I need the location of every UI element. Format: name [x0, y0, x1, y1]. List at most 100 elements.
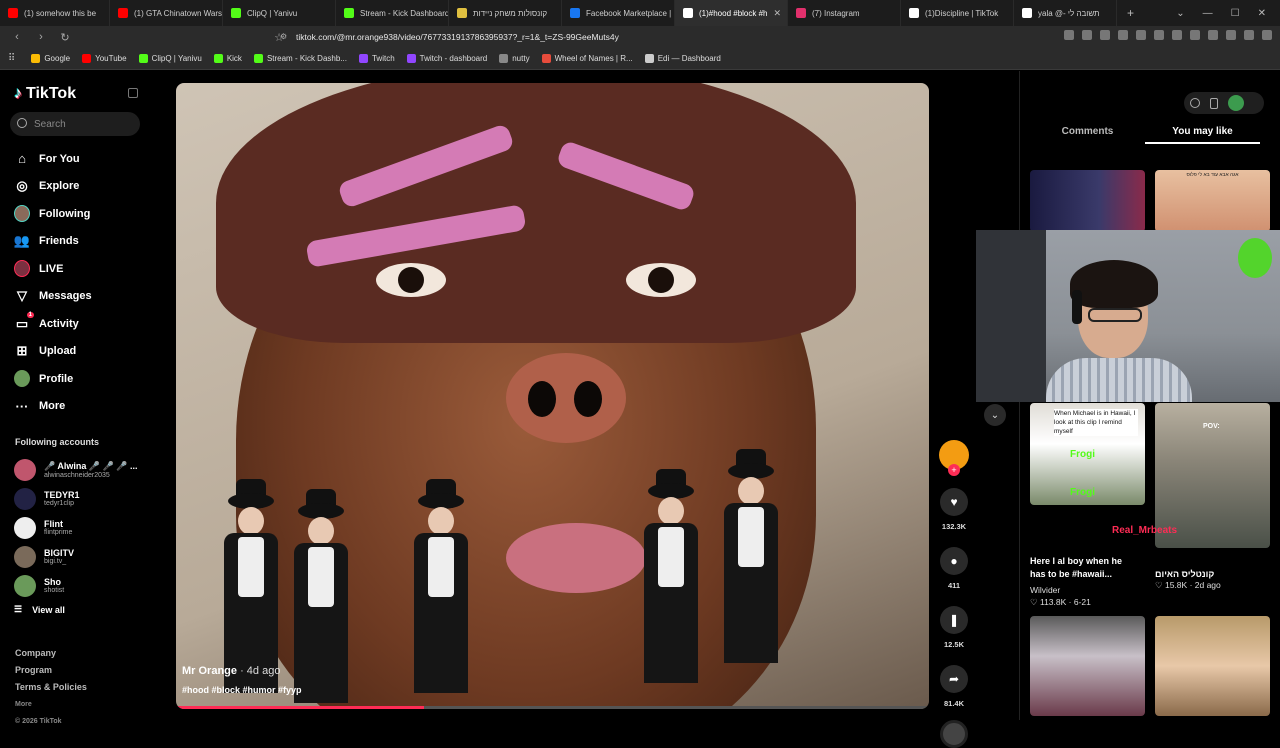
- address-bar[interactable]: ⚙ tiktok.com/@mr.orange938/video/7677331…: [272, 29, 952, 45]
- tab-you-may-like[interactable]: You may like: [1145, 122, 1260, 144]
- main-nav: ⌂ For You ◎ Explore Following 👥 Friends LIV…: [14, 145, 92, 420]
- bookmark-item[interactable]: Twitch - dashboard: [403, 54, 492, 63]
- footer-link-terms[interactable]: Terms & Policies: [15, 679, 87, 696]
- close-icon[interactable]: ✕: [774, 8, 782, 19]
- bookmark-item[interactable]: Stream - Kick Dashb...: [250, 54, 351, 63]
- video-hashtags[interactable]: #hood #block #humor #fyyp: [182, 685, 302, 695]
- sidebar-icon[interactable]: [1190, 30, 1200, 40]
- creator-avatar[interactable]: +: [939, 440, 969, 476]
- extension-icon[interactable]: [1118, 30, 1128, 40]
- suggested-video-thumb[interactable]: [1030, 170, 1145, 232]
- nav-following[interactable]: Following: [14, 200, 92, 228]
- comment-action: ● 411: [936, 547, 972, 590]
- nav-explore[interactable]: ◎ Explore: [14, 173, 92, 201]
- bookmark-item[interactable]: Google: [27, 54, 74, 63]
- nav-messages[interactable]: ▽ Messages: [14, 283, 92, 311]
- following-account[interactable]: Flint flintprime: [14, 513, 138, 542]
- maximize-icon[interactable]: ☐: [1231, 8, 1240, 19]
- footer-more[interactable]: More: [15, 696, 87, 713]
- follow-plus-icon[interactable]: +: [948, 464, 960, 476]
- following-account[interactable]: TEDYR1 tedyr1clip: [14, 484, 138, 513]
- reload-icon[interactable]: ↻: [58, 31, 72, 44]
- bookmark-item[interactable]: Kick: [210, 54, 246, 63]
- profile-avatar[interactable]: [1228, 95, 1244, 111]
- bookmark-item[interactable]: ClipQ | Yanivu: [135, 54, 206, 63]
- collapse-sidebar-icon[interactable]: [128, 88, 138, 98]
- chat-name: Real_Mrbeats: [1112, 525, 1178, 536]
- suggested-video-thumb[interactable]: [1030, 616, 1145, 716]
- browser-tab[interactable]: (1) GTA Chinatown Wars: [110, 0, 223, 26]
- video-player[interactable]: Mr Orange · 4d ago #hood #block #humor #…: [176, 83, 929, 709]
- bookmark-item[interactable]: nutty: [495, 54, 533, 63]
- browser-tab-active[interactable]: (1)#hood #block #h ✕: [675, 0, 788, 26]
- view-all-button[interactable]: ☰ View all: [14, 604, 138, 615]
- nav-profile[interactable]: Profile: [14, 365, 92, 393]
- close-window-icon[interactable]: ✕: [1258, 8, 1266, 19]
- browser-tab[interactable]: קונסולות משחק ניידות: [449, 0, 562, 26]
- browser-tab[interactable]: (1)Discipline | TikTok: [901, 0, 1014, 26]
- forward-icon[interactable]: ›: [34, 31, 48, 43]
- search-icon: [17, 118, 27, 128]
- extension-icon[interactable]: [1100, 30, 1110, 40]
- kick-icon: [213, 54, 223, 63]
- search-input[interactable]: Search: [10, 112, 140, 136]
- nav-activity[interactable]: ▭ 1 Activity: [14, 310, 92, 338]
- browser-tab[interactable]: ClipQ | Yanivu: [223, 0, 336, 26]
- minimize-icon[interactable]: —: [1203, 8, 1213, 19]
- video-beanie-illustration: [216, 83, 856, 343]
- following-account[interactable]: 🎤 Alwina 🎤 🎤 🎤 ... alwinaschneider2035: [14, 455, 138, 484]
- footer-link-program[interactable]: Program: [15, 662, 87, 679]
- following-account[interactable]: Sho shotist: [14, 571, 138, 600]
- tab-comments[interactable]: Comments: [1030, 122, 1145, 144]
- chevron-down-icon[interactable]: ⌄: [1176, 8, 1184, 19]
- bookmark-item[interactable]: Twitch: [355, 54, 399, 63]
- apps-icon[interactable]: ⠿: [8, 53, 15, 64]
- nav-for-you[interactable]: ⌂ For You: [14, 145, 92, 173]
- heart-icon[interactable]: ♥: [940, 488, 968, 516]
- video-author[interactable]: Wilvider: [1030, 585, 1060, 595]
- music-disc-icon[interactable]: [940, 720, 968, 748]
- extension-icon[interactable]: [1082, 30, 1092, 40]
- bookmark-item[interactable]: Edi — Dashboard: [641, 54, 725, 63]
- back-icon[interactable]: ‹: [10, 31, 24, 43]
- extension-icon[interactable]: [1172, 30, 1182, 40]
- nav-upload[interactable]: ⊞ Upload: [14, 338, 92, 366]
- bookmark-item[interactable]: Wheel of Names | R...: [538, 54, 637, 63]
- phone-icon[interactable]: [1210, 97, 1218, 109]
- browser-tab[interactable]: Facebook Marketplace |: [562, 0, 675, 26]
- download-icon[interactable]: [1154, 30, 1164, 40]
- extension-icon[interactable]: [1064, 30, 1074, 40]
- share-icon[interactable]: ➦: [940, 665, 968, 693]
- wallet-icon[interactable]: [1208, 30, 1218, 40]
- nav-more[interactable]: ··· More: [14, 393, 92, 421]
- site-settings-icon[interactable]: ⚙: [280, 32, 287, 41]
- extension-icon[interactable]: [1226, 30, 1236, 40]
- browser-tab[interactable]: (1) somehow this be: [0, 0, 110, 26]
- kick-icon: [231, 8, 241, 18]
- suggested-video-thumb[interactable]: When Michael is in Hawaii, I look at thi…: [1030, 403, 1145, 505]
- nav-friends[interactable]: 👥 Friends: [14, 228, 92, 256]
- extension-icon[interactable]: [1136, 30, 1146, 40]
- bookmark-icon[interactable]: ❚: [940, 606, 968, 634]
- chevron-down-icon[interactable]: ⌄: [984, 404, 1006, 426]
- comment-icon[interactable]: ●: [940, 547, 968, 575]
- video-caption[interactable]: Here I al boy when he has to be #hawaii.…: [1030, 555, 1140, 581]
- browser-tab[interactable]: yala @- תשובה לי: [1014, 0, 1117, 26]
- suggested-video-thumb[interactable]: [1155, 616, 1270, 716]
- bookmark-item[interactable]: YouTube: [78, 54, 130, 63]
- browser-tab[interactable]: Stream - Kick Dashboard: [336, 0, 449, 26]
- new-tab-button[interactable]: +: [1117, 6, 1144, 20]
- browser-tab[interactable]: (7) Instagram: [788, 0, 901, 26]
- following-account[interactable]: BIGITV bigi.tv_: [14, 542, 138, 571]
- shield-icon[interactable]: [1244, 30, 1254, 40]
- facebook-icon: [570, 8, 580, 18]
- video-author[interactable]: Mr Orange · 4d ago: [182, 665, 280, 677]
- video-progress-bar[interactable]: [176, 706, 929, 709]
- coin-icon[interactable]: [1190, 98, 1200, 108]
- menu-icon[interactable]: [1262, 30, 1272, 40]
- nav-live[interactable]: LIVE: [14, 255, 92, 283]
- tiktok-logo[interactable]: ♪ TikTok: [14, 85, 76, 103]
- suggested-video-thumb[interactable]: אגה אבא עוד בא לי פלוס: [1155, 170, 1270, 232]
- footer-link-company[interactable]: Company: [15, 645, 87, 662]
- kick-icon: [138, 54, 148, 63]
